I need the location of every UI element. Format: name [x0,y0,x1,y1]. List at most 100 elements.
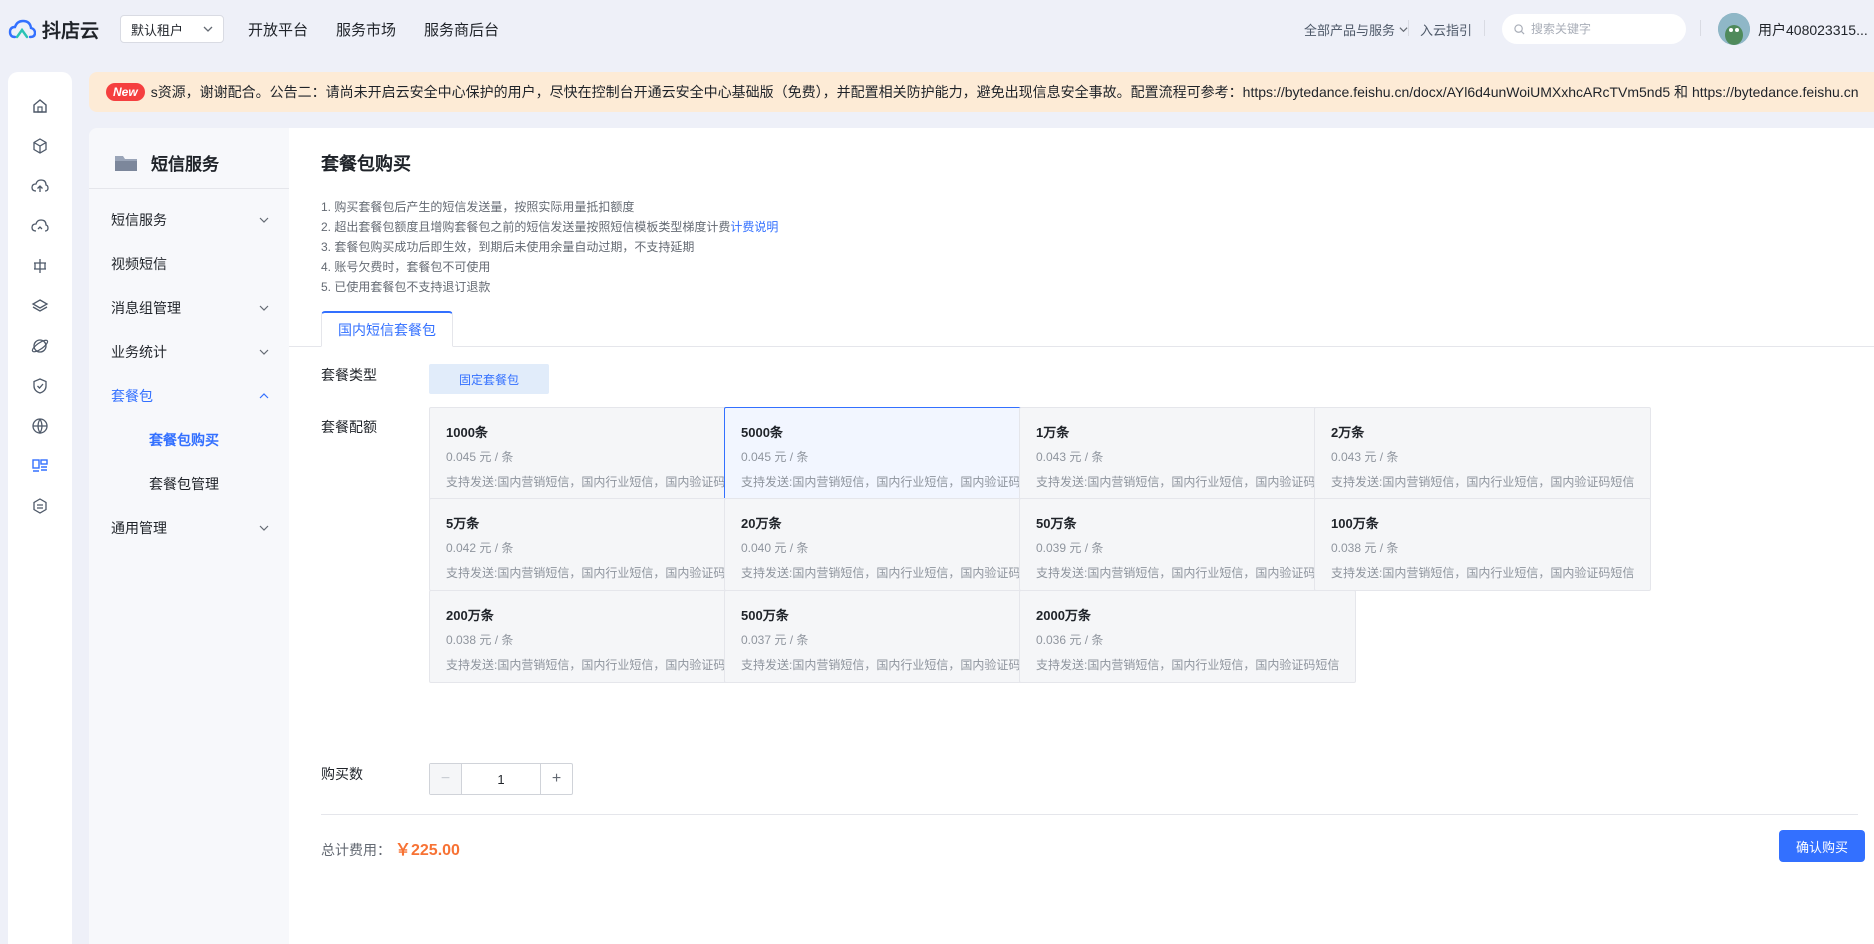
chevron-down-icon [259,217,269,223]
package-price: 0.040 元 / 条 [741,541,809,555]
package-price: 0.045 元 / 条 [741,450,809,464]
home-icon[interactable] [30,96,50,116]
package-card[interactable]: 1000条 0.045 元 / 条支持发送:国内营销短信，国内行业短信，国内验证码… [429,407,766,500]
nav-service-market[interactable]: 服务市场 [336,19,396,40]
sidebar-item-general-management[interactable]: 通用管理 [111,510,269,546]
divider [89,188,289,189]
box-icon[interactable] [30,496,50,516]
package-card[interactable]: 50万条 0.039 元 / 条支持发送:国内营销短信，国内行业短信，国内验证码短… [1019,498,1356,591]
sidebar-item-statistics[interactable]: 业务统计 [111,334,269,370]
package-card[interactable]: 500万条 0.037 元 / 条支持发送:国内营销短信，国内行业短信，国内验证码… [724,590,1061,683]
package-card[interactable]: 100万条 0.038 元 / 条支持发送:国内营销短信，国内行业短信，国内验证码… [1314,498,1651,591]
sidebar-item-message-group[interactable]: 消息组管理 [111,290,269,326]
quantity-label: 购买数 [321,766,363,782]
user-name[interactable]: 用户408023315... [1758,20,1868,40]
package-description: 支持发送:国内营销短信，国内行业短信，国内验证码短信 [741,566,1045,580]
package-name: 500万条 [741,608,789,623]
package-card[interactable]: 20万条 0.040 元 / 条支持发送:国内营销短信，国内行业短信，国内验证码短… [724,498,1061,591]
shield-icon[interactable] [30,376,50,396]
package-description: 支持发送:国内营销短信，国内行业短信，国内验证码短信 [1036,658,1340,672]
package-description: 支持发送:国内营销短信，国内行业短信，国内验证码短信 [446,658,750,672]
billing-link[interactable]: 计费说明 [730,220,778,234]
package-price: 0.038 元 / 条 [446,633,514,647]
package-card[interactable]: 1万条 0.043 元 / 条支持发送:国内营销短信，国内行业短信，国内验证码短信 [1019,407,1356,500]
package-quota-label: 套餐配额 [321,419,377,435]
package-type-label: 套餐类型 [321,367,377,383]
notice-text: s资源，谢谢配合。公告二：请尚未开启云安全中心保护的用户，尽快在控制台开通云安全… [150,84,1859,100]
network-icon[interactable] [30,256,50,276]
package-name: 100万条 [1331,516,1379,531]
sidebar-subitem-package-purchase[interactable]: 套餐包购买 [149,422,219,458]
total-amount: ￥225.00 [395,842,460,859]
search-input[interactable] [1531,22,1681,36]
package-card[interactable]: 2000万条 0.036 元 / 条支持发送:国内营销短信，国内行业短信，国内验证… [1019,590,1356,683]
sidebar: 短信服务 短信服务 视频短信 消息组管理 业务统计 套餐包 套餐包购买 套餐包管… [89,128,289,944]
cloud-upload-icon[interactable] [30,176,50,196]
search-box[interactable] [1502,14,1686,44]
package-description: 支持发送:国内营销短信，国内行业短信，国内验证码短信 [446,475,750,489]
cloud-logo-icon [8,19,36,38]
avatar[interactable] [1718,13,1750,45]
sidebar-item-packages[interactable]: 套餐包 [111,378,269,414]
package-description: 支持发送:国内营销短信，国内行业短信，国内验证码短信 [741,658,1045,672]
note-line: 3. 套餐包购买成功后即生效，到期后未使用余量自动过期，不支持延期 [321,240,695,254]
cloud-sync-icon[interactable] [30,216,50,236]
note-line: 1. 购买套餐包后产生的短信发送量，按照实际用量抵扣额度 [321,200,635,214]
page-title: 套餐包购买 [321,154,411,174]
search-icon [1514,23,1525,35]
divider [1408,20,1409,36]
tenant-label: 默认租户 [131,22,184,38]
package-type-fixed-button[interactable]: 固定套餐包 [429,364,549,394]
note-line: 2. 超出套餐包额度且增购套餐包之前的短信发送量按照短信模板类型梯度计费计费说明 [321,218,778,235]
all-products-label: 全部产品与服务 [1304,23,1396,38]
chevron-down-icon [1399,27,1408,33]
chevron-down-icon [259,305,269,311]
package-name: 200万条 [446,608,494,623]
increment-button[interactable]: + [540,764,572,794]
sidebar-subitem-package-management[interactable]: 套餐包管理 [149,466,219,502]
sidebar-item-label: 套餐包 [111,388,153,404]
note-line: 5. 已使用套餐包不支持退订退款 [321,280,491,294]
guide-link[interactable]: 入云指引 [1420,20,1472,39]
quantity-stepper: − 1 + [429,763,573,795]
tab-domestic-sms-package[interactable]: 国内短信套餐包 [321,311,453,347]
sidebar-item-label: 通用管理 [111,520,167,536]
package-card[interactable]: 5000条 0.045 元 / 条支持发送:国内营销短信，国内行业短信，国内验证码… [724,407,1061,500]
package-description: 支持发送:国内营销短信，国内行业短信，国内验证码短信 [1331,475,1635,489]
package-name: 20万条 [741,516,782,531]
package-price: 0.045 元 / 条 [446,450,514,464]
package-name: 5000条 [741,425,783,440]
sidebar-item-sms-service[interactable]: 短信服务 [111,202,269,238]
cube-icon[interactable] [30,136,50,156]
main-panel: 套餐包购买 1. 购买套餐包后产生的短信发送量，按照实际用量抵扣额度 2. 超出… [289,128,1874,944]
package-description: 支持发送:国内营销短信，国内行业短信，国内验证码短信 [1036,566,1340,580]
package-name: 2000万条 [1036,608,1091,623]
sidebar-item-label: 消息组管理 [111,300,181,316]
notice-banner: New s资源，谢谢配合。公告二：请尚未开启云安全中心保护的用户，尽快在控制台开… [89,72,1874,112]
total-cost: 总计费用： ￥225.00 [321,836,460,860]
chevron-down-icon [259,349,269,355]
package-card[interactable]: 2万条 0.043 元 / 条支持发送:国内营销短信，国内行业短信，国内验证码短信 [1314,407,1651,500]
confirm-purchase-button[interactable]: 确认购买 [1779,830,1865,862]
sidebar-item-video-sms[interactable]: 视频短信 [111,246,269,282]
logo[interactable]: 抖店云 [8,16,99,43]
note-line: 4. 账号欠费时，套餐包不可使用 [321,260,491,274]
package-name: 50万条 [1036,516,1077,531]
tenant-select[interactable]: 默认租户 [120,15,224,43]
decrement-button[interactable]: − [430,764,462,794]
sidebar-title-text: 短信服务 [151,155,219,174]
package-card[interactable]: 5万条 0.042 元 / 条支持发送:国内营销短信，国内行业短信，国内验证码短信 [429,498,766,591]
layers-icon[interactable] [30,296,50,316]
package-name: 1万条 [1036,425,1070,440]
sms-app-icon[interactable] [30,456,50,476]
orbit-icon[interactable] [30,336,50,356]
globe-icon[interactable] [30,416,50,436]
package-card[interactable]: 200万条 0.038 元 / 条支持发送:国内营销短信，国内行业短信，国内验证码… [429,590,766,683]
nav-provider-backend[interactable]: 服务商后台 [424,19,499,40]
nav-open-platform[interactable]: 开放平台 [248,19,308,40]
all-products-menu[interactable]: 全部产品与服务 [1304,20,1408,39]
quantity-value[interactable]: 1 [462,764,540,794]
sidebar-title: 短信服务 [113,150,219,175]
folder-icon [115,155,137,171]
divider [321,814,1858,815]
